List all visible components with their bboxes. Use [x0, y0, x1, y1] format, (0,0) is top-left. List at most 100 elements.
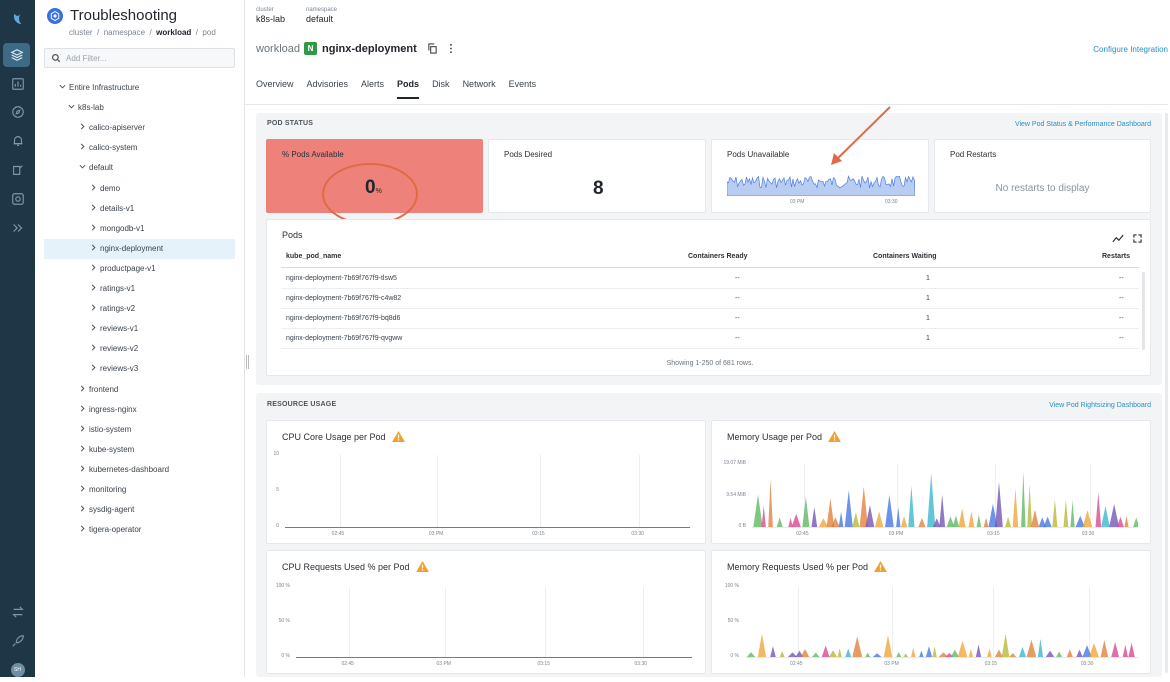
tree-item[interactable]: tigera-operator: [79, 520, 141, 540]
chevron-down-icon[interactable]: [68, 98, 78, 118]
chevron-right-icon[interactable]: [79, 380, 89, 400]
table-scrollbar[interactable]: [1142, 272, 1145, 350]
warning-icon[interactable]: [391, 431, 405, 444]
alert-bell-icon[interactable]: [0, 129, 35, 153]
tree-item[interactable]: calico-apiserver: [79, 118, 145, 138]
chevron-right-icon[interactable]: [90, 319, 100, 339]
tree-item[interactable]: monitoring: [79, 480, 126, 500]
chevron-right-icon[interactable]: [90, 239, 100, 259]
fullscreen-icon[interactable]: [1133, 230, 1142, 248]
tree-item[interactable]: ratings-v2: [90, 299, 135, 319]
capture-icon[interactable]: [0, 187, 35, 211]
chevron-right-icon[interactable]: [90, 219, 100, 239]
policy-icon[interactable]: [0, 158, 35, 182]
table-row[interactable]: nginx-deployment-7b69f767f9-bq8d6 -- 1 --: [281, 309, 1139, 329]
swap-icon[interactable]: [0, 600, 35, 624]
chevron-down-icon[interactable]: [59, 78, 69, 98]
scrollbar[interactable]: [1165, 113, 1168, 673]
tree-item[interactable]: Entire Infrastructure: [59, 78, 139, 98]
copy-icon[interactable]: [427, 43, 438, 54]
table-row[interactable]: nginx-deployment-7b69f767f9-c4w82 -- 1 --: [281, 289, 1139, 309]
chevron-right-icon[interactable]: [79, 118, 89, 138]
tree-item[interactable]: istio-system: [79, 420, 131, 440]
table-row[interactable]: nginx-deployment-7b69f767f9-tlsw5 -- 1 --: [281, 269, 1139, 289]
chart-icon[interactable]: [0, 72, 35, 96]
chevron-right-icon[interactable]: [90, 299, 100, 319]
tree-item-label: nginx-deployment: [100, 243, 164, 253]
avatar[interactable]: SH: [0, 658, 35, 682]
tree-item[interactable]: reviews-v2: [90, 339, 138, 359]
warning-icon[interactable]: [415, 561, 429, 574]
tree-item[interactable]: sysdig-agent: [79, 500, 134, 520]
breadcrumb-cluster[interactable]: cluster: [69, 28, 93, 37]
table-header-divider: [281, 267, 1139, 268]
chevron-right-icon[interactable]: [79, 520, 89, 540]
pods-desired-card[interactable]: Pods Desired 8: [488, 139, 706, 213]
tree-item[interactable]: kubernetes-dashboard: [79, 460, 169, 480]
breadcrumb-workload[interactable]: workload: [156, 28, 191, 37]
warning-icon[interactable]: [828, 431, 841, 444]
chevron-right-icon[interactable]: [90, 259, 100, 279]
rocket-icon[interactable]: [0, 629, 35, 653]
tree-item[interactable]: calico-system: [79, 138, 137, 158]
chevron-right-icon[interactable]: [79, 138, 89, 158]
table-cell: --: [1119, 335, 1124, 342]
sysdig-logo-icon[interactable]: [0, 4, 35, 34]
table-row[interactable]: nginx-deployment-7b69f767f9-qvgww -- 1 --: [281, 329, 1139, 349]
tree-item[interactable]: ingress-nginx: [79, 400, 137, 420]
cluster-context[interactable]: cluster k8s-lab: [256, 7, 285, 24]
breadcrumb-namespace[interactable]: namespace: [104, 28, 145, 37]
tab-advisories[interactable]: Advisories: [307, 79, 349, 99]
more-options-icon[interactable]: [449, 43, 453, 54]
trend-chart-icon[interactable]: [1112, 230, 1124, 248]
expand-icon[interactable]: [0, 216, 35, 240]
tree-item[interactable]: ratings-v1: [90, 279, 135, 299]
tree-item[interactable]: reviews-v1: [90, 319, 138, 339]
tab-alerts[interactable]: Alerts: [361, 79, 384, 99]
column-header-containers-ready[interactable]: Containers Ready: [688, 253, 748, 260]
tree-item[interactable]: k8s-lab: [68, 98, 104, 118]
tree-item[interactable]: details-v1: [90, 199, 134, 219]
tree-item[interactable]: mongodb-v1: [90, 219, 144, 239]
chevron-right-icon[interactable]: [79, 460, 89, 480]
column-header-pod-name[interactable]: kube_pod_name: [286, 253, 341, 260]
tab-disk[interactable]: Disk: [432, 79, 450, 99]
configure-integration-link[interactable]: Configure Integration: [1093, 45, 1168, 54]
layers-icon[interactable]: [3, 43, 30, 67]
breadcrumb-pod[interactable]: pod: [202, 28, 215, 37]
chevron-right-icon[interactable]: [79, 400, 89, 420]
tree-item-label: tigera-operator: [89, 525, 142, 535]
column-header-restarts[interactable]: Restarts: [1102, 253, 1130, 260]
pod-restarts-card[interactable]: Pod Restarts No restarts to display: [934, 139, 1151, 213]
chevron-right-icon[interactable]: [90, 359, 100, 379]
tree-item[interactable]: nginx-deployment: [44, 238, 235, 259]
tab-pods[interactable]: Pods: [397, 79, 420, 99]
tree-item[interactable]: kube-system: [79, 440, 134, 460]
tree-item[interactable]: default: [79, 158, 113, 178]
chevron-right-icon[interactable]: [90, 339, 100, 359]
chevron-right-icon[interactable]: [90, 179, 100, 199]
pod-status-dashboard-link[interactable]: View Pod Status & Performance Dashboard: [1015, 121, 1151, 128]
tree-item[interactable]: reviews-v3: [90, 359, 138, 379]
chevron-right-icon[interactable]: [79, 440, 89, 460]
column-header-containers-waiting[interactable]: Containers Waiting: [873, 253, 937, 260]
tab-network[interactable]: Network: [463, 79, 496, 99]
tree-item[interactable]: demo: [90, 179, 120, 199]
compass-icon[interactable]: [0, 100, 35, 124]
chevron-down-icon[interactable]: [79, 158, 89, 178]
chevron-right-icon[interactable]: [79, 420, 89, 440]
app-rail: SH: [0, 0, 35, 677]
tab-events[interactable]: Events: [509, 79, 537, 99]
tree-item[interactable]: frontend: [79, 380, 118, 400]
chevron-right-icon[interactable]: [90, 279, 100, 299]
tab-overview[interactable]: Overview: [256, 79, 294, 99]
chevron-right-icon[interactable]: [90, 199, 100, 219]
chevron-right-icon[interactable]: [79, 480, 89, 500]
filter-input[interactable]: Add Filter...: [44, 48, 235, 68]
namespace-context[interactable]: namespace default: [306, 7, 337, 24]
chevron-right-icon[interactable]: [79, 500, 89, 520]
chart-card-cpureq[interactable]: CPU Requests Used % per Pod: [266, 550, 706, 674]
warning-icon[interactable]: [874, 561, 887, 574]
tree-item[interactable]: productpage-v1: [90, 259, 156, 279]
rightsizing-dashboard-link[interactable]: View Pod Rightsizing Dashboard: [1049, 402, 1151, 409]
